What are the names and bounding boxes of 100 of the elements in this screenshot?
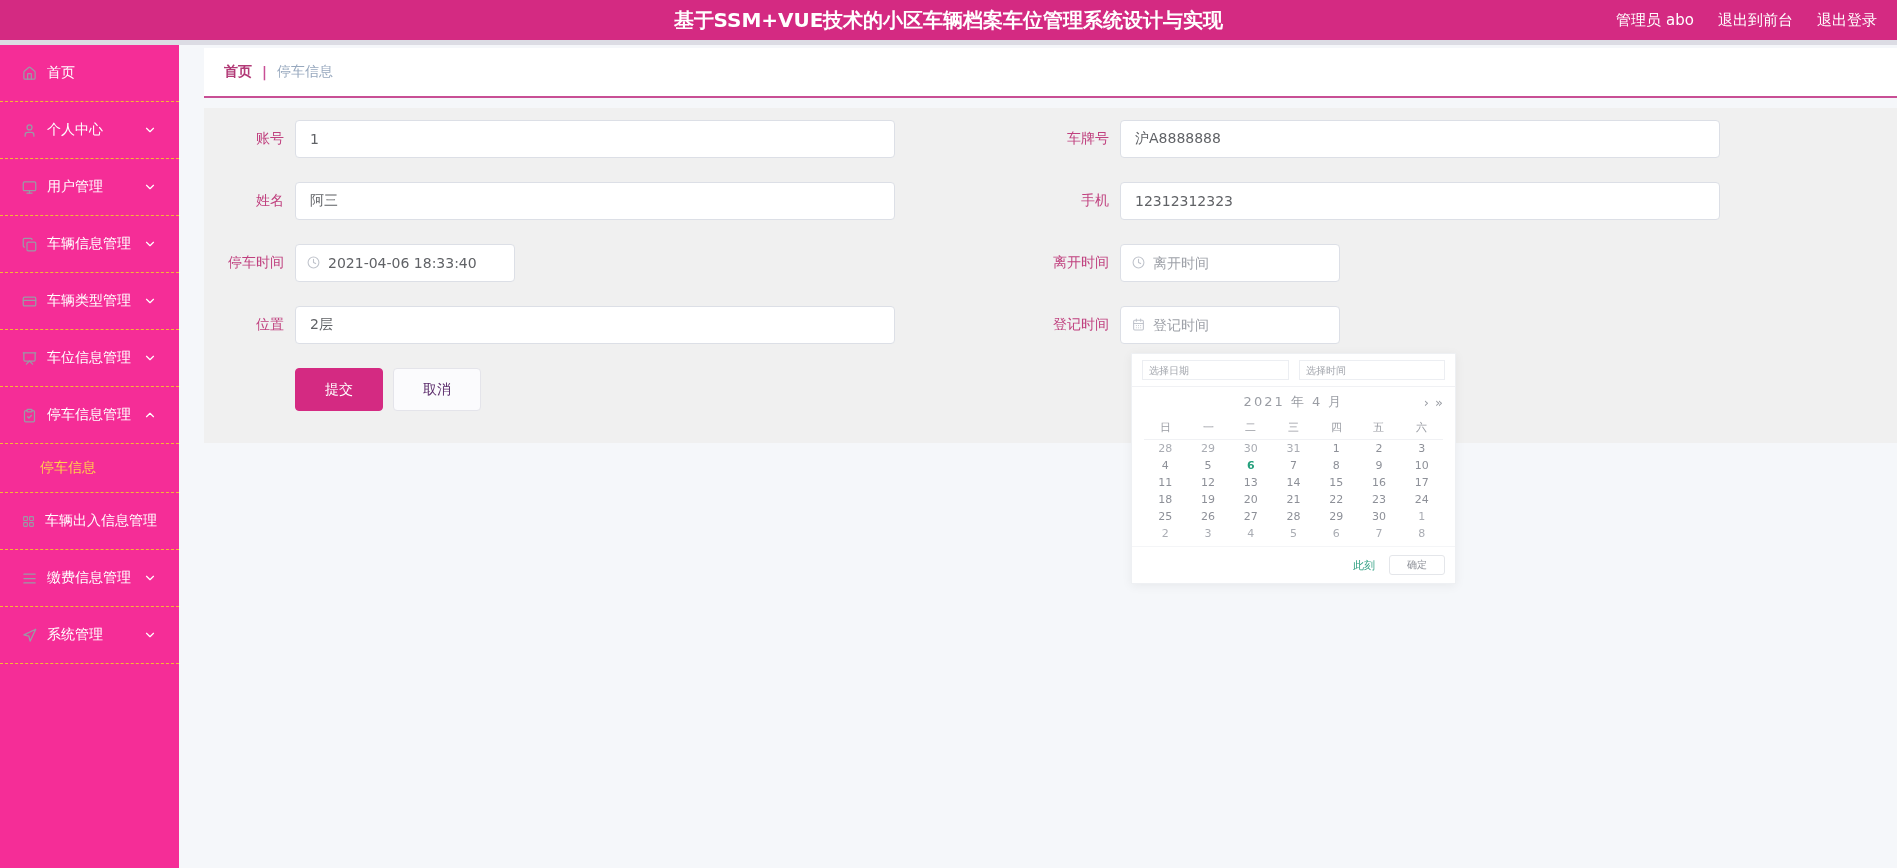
calendar-day[interactable]: 5 <box>1272 525 1315 542</box>
header-link[interactable]: 退出登录 <box>1817 10 1877 30</box>
calendar-day[interactable]: 17 <box>1400 474 1443 491</box>
calendar-day[interactable]: 31 <box>1272 440 1315 457</box>
picker-input[interactable]: 选择时间 <box>1298 360 1445 380</box>
calendar-day[interactable]: 25 <box>1144 508 1187 525</box>
sidebar-item[interactable]: 个人中心 <box>0 102 179 159</box>
weekday-label: 日 <box>1144 417 1187 440</box>
field-label: 车牌号 <box>1066 130 1109 148</box>
calendar-day[interactable]: 3 <box>1400 440 1443 457</box>
calendar-day[interactable]: 7 <box>1357 525 1401 542</box>
input-field[interactable]: 阿三 <box>295 182 895 220</box>
calendar-day[interactable]: 8 <box>1400 525 1443 542</box>
input-field[interactable]: 2层 <box>295 306 895 344</box>
calendar-day[interactable]: 23 <box>1357 491 1401 508</box>
calendar-day[interactable]: 16 <box>1357 474 1401 491</box>
sidebar-item[interactable]: 车辆类型管理 <box>0 273 179 330</box>
calendar-day[interactable]: 19 <box>1186 491 1230 508</box>
date-field[interactable]: 2021-04-06 18:33:40 <box>295 244 515 282</box>
sidebar-item[interactable]: 车位信息管理 <box>0 330 179 387</box>
calendar-day[interactable]: 7 <box>1272 457 1315 474</box>
picker-input[interactable]: 选择日期 <box>1142 360 1289 380</box>
date-field[interactable]: 离开时间 <box>1120 244 1340 282</box>
clock-icon <box>1132 256 1145 269</box>
field-label: 手机 <box>1080 192 1109 210</box>
navigation-icon <box>22 627 37 643</box>
weekday-label: 二 <box>1229 417 1273 440</box>
stand-icon <box>22 350 37 366</box>
calendar-day[interactable]: 18 <box>1144 491 1187 508</box>
sidebar-item[interactable]: 停车信息管理 <box>0 387 179 444</box>
calendar-day[interactable]: 3 <box>1186 525 1230 542</box>
sidebar-item[interactable]: 车辆出入信息管理 <box>0 493 179 550</box>
clipboard-icon <box>22 407 37 423</box>
submit-button[interactable]: 提交 <box>295 368 383 411</box>
calendar-day[interactable]: 1 <box>1400 508 1443 525</box>
input-field[interactable]: 12312312323 <box>1120 182 1720 220</box>
calendar-day[interactable]: 29 <box>1186 440 1230 457</box>
calendar-day[interactable]: 30 <box>1229 440 1273 457</box>
input-field[interactable]: 沪A8888888 <box>1120 120 1720 158</box>
calendar-day[interactable]: 6 <box>1229 457 1273 474</box>
grid-icon <box>22 513 35 529</box>
weekday-label: 五 <box>1357 417 1401 440</box>
field-label: 姓名 <box>255 192 284 210</box>
calendar-day[interactable]: 2 <box>1144 525 1187 542</box>
calendar-day[interactable]: 4 <box>1229 525 1273 542</box>
calendar-day[interactable]: 28 <box>1144 440 1187 457</box>
calendar-day[interactable]: 4 <box>1144 457 1187 474</box>
calendar-day[interactable]: 9 <box>1357 457 1401 474</box>
calendar-day[interactable]: 27 <box>1229 508 1273 525</box>
weekday-label: 一 <box>1186 417 1230 440</box>
calendar-icon <box>1132 318 1145 331</box>
calendar-day[interactable]: 30 <box>1357 508 1401 525</box>
calendar-day[interactable]: 8 <box>1314 457 1358 474</box>
calendar-day[interactable]: 13 <box>1229 474 1273 491</box>
calendar-day[interactable]: 10 <box>1400 457 1443 474</box>
header-link[interactable]: 退出到前台 <box>1718 10 1793 30</box>
breadcrumb-separator: | <box>262 64 267 80</box>
now-link[interactable]: 此刻 <box>1353 557 1375 573</box>
calendar-day[interactable]: 12 <box>1186 474 1230 491</box>
calendar-day[interactable]: 11 <box>1144 474 1187 491</box>
field-label: 停车时间 <box>227 254 284 272</box>
field-label: 登记时间 <box>1052 316 1109 334</box>
calendar-day[interactable]: 21 <box>1272 491 1315 508</box>
sidebar-item[interactable]: 系统管理 <box>0 607 179 664</box>
home-icon <box>22 65 37 81</box>
calendar-day[interactable]: 1 <box>1314 440 1358 457</box>
sidebar-item[interactable]: 车辆信息管理 <box>0 216 179 273</box>
field-label: 离开时间 <box>1052 254 1109 272</box>
header-link[interactable]: 管理员 abo <box>1616 10 1694 30</box>
sidebar-item[interactable]: 缴费信息管理 <box>0 550 179 607</box>
calendar-day[interactable]: 14 <box>1272 474 1315 491</box>
app-title: 基于SSM+VUE技术的小区车辆档案车位管理系统设计与实现 <box>673 6 1224 34</box>
sidebar-item[interactable]: 用户管理 <box>0 159 179 216</box>
cancel-button[interactable]: 取消 <box>393 368 481 411</box>
clock-icon <box>307 256 320 269</box>
breadcrumb-link[interactable]: 停车信息 <box>276 63 333 81</box>
confirm-button[interactable]: 确定 <box>1389 555 1445 575</box>
calendar-day[interactable]: 24 <box>1400 491 1443 508</box>
calendar-day[interactable]: 6 <box>1314 525 1358 542</box>
calendar-day[interactable]: 26 <box>1186 508 1230 525</box>
month-nav-button[interactable]: » <box>1435 394 1443 410</box>
calendar-day[interactable]: 15 <box>1314 474 1358 491</box>
calendar-day[interactable]: 2 <box>1357 440 1401 457</box>
calendar-day[interactable]: 22 <box>1314 491 1358 508</box>
weekday-label: 六 <box>1400 417 1443 440</box>
user-icon <box>22 122 37 138</box>
card-icon <box>22 293 37 309</box>
calendar-day[interactable]: 28 <box>1272 508 1315 525</box>
breadcrumb-link[interactable]: 首页 <box>224 63 252 81</box>
month-label: 2021 年 4 月 <box>1243 393 1344 411</box>
calendar-day[interactable]: 29 <box>1314 508 1358 525</box>
submenu-item[interactable]: 停车信息 <box>0 444 179 493</box>
field-label: 位置 <box>255 316 284 334</box>
copy-icon <box>22 236 37 252</box>
input-field[interactable]: 1 <box>295 120 895 158</box>
calendar-day[interactable]: 5 <box>1186 457 1230 474</box>
calendar-day[interactable]: 20 <box>1229 491 1273 508</box>
month-nav-button[interactable]: › <box>1423 394 1430 410</box>
date-field[interactable]: 登记时间 <box>1120 306 1340 344</box>
sidebar-item[interactable]: 首页 <box>0 45 179 102</box>
